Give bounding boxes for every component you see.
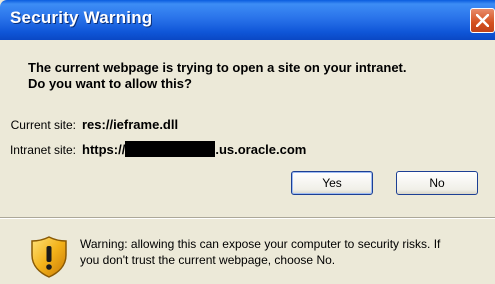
intranet-site-value: https:// .us.oracle.com	[82, 141, 307, 157]
warning-line-2: you don't trust the current webpage, cho…	[80, 253, 336, 267]
intranet-site-prefix: https://	[82, 142, 126, 157]
question-line-2: Do you want to allow this?	[28, 76, 192, 91]
warning-text: Warning: allowing this can expose your c…	[80, 236, 490, 268]
intranet-site-suffix: .us.oracle.com	[215, 142, 307, 157]
section-divider	[0, 217, 495, 219]
question-line-1: The current webpage is trying to open a …	[28, 60, 407, 75]
warning-line-1: Warning: allowing this can expose your c…	[80, 237, 441, 251]
window-title: Security Warning	[10, 8, 153, 27]
current-site-value: res://ieframe.dll	[82, 117, 179, 132]
dialog-body: The current webpage is trying to open a …	[0, 40, 495, 284]
no-button[interactable]: No	[396, 171, 478, 195]
shield-warning-icon	[31, 236, 67, 278]
close-button[interactable]	[470, 8, 495, 33]
current-site-row: Current site: res://ieframe.dll	[0, 117, 178, 132]
title-bar[interactable]: Security Warning	[0, 0, 495, 40]
intranet-site-label: Intranet site:	[9, 143, 76, 157]
yes-button[interactable]: Yes	[291, 171, 373, 195]
redaction-bar	[125, 141, 216, 157]
current-site-label: Current site:	[10, 118, 76, 132]
close-icon	[476, 14, 489, 27]
intranet-site-row: Intranet site: https:// .us.oracle.com	[0, 141, 306, 157]
question-text: The current webpage is trying to open a …	[28, 60, 488, 92]
security-warning-dialog: Security Warning The current webpage is …	[0, 0, 495, 284]
